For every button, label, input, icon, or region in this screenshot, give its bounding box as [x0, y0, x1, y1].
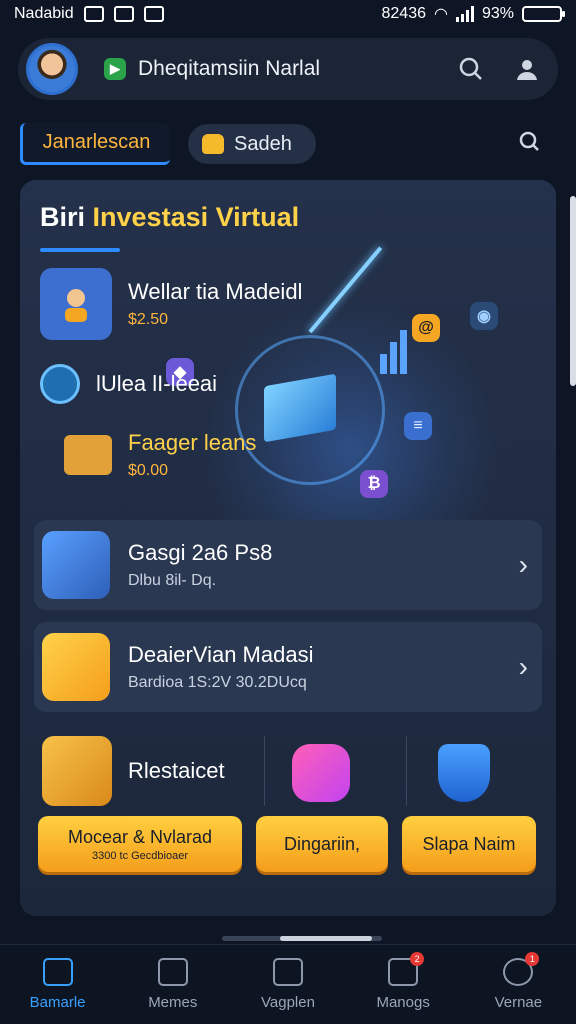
megaphone-icon: [42, 531, 110, 599]
divider: [264, 736, 265, 806]
bank-icon: [157, 958, 188, 986]
cta-label: Mocear & Nvlarad: [67, 826, 213, 847]
avatar[interactable]: [26, 43, 78, 95]
notification-badge: 1: [525, 952, 540, 966]
crate-icon: [42, 633, 110, 701]
bottom-nav: Bamarle Memes Vagplen 2 Manogs 1 Vernae: [0, 944, 576, 1024]
box-icon[interactable]: [42, 736, 112, 806]
search-tab-label: Sadeh: [234, 132, 292, 155]
notification-badge: 2: [410, 952, 425, 966]
feature-text: lUlea lI-leeai: [96, 371, 217, 397]
list-item-title: DeaierVian Madasi: [128, 642, 314, 667]
settings-icon[interactable]: [516, 128, 542, 161]
chart-card-icon: ≡: [404, 412, 432, 440]
nav-label: Bamarle: [29, 994, 86, 1011]
signal-icon: [455, 6, 474, 22]
list-item-subtitle: Dlbu 8il- Dq.: [128, 572, 217, 589]
feature-item[interactable]: Faager leans $0.00: [64, 430, 256, 480]
feature-item[interactable]: lUlea lI-leeai: [40, 364, 217, 404]
battery-percent: 93%: [481, 5, 514, 22]
feature-name: Wellar tia Madeidl: [128, 279, 303, 304]
nav-item-vagplen[interactable]: Vagplen: [233, 958, 343, 1011]
crypto-icon: ₿: [360, 470, 388, 498]
status-right: 82436 ◠ 93%: [381, 4, 565, 24]
battery-icon: [522, 6, 565, 22]
cta-button-secondary[interactable]: Dingariin,: [256, 816, 388, 872]
app-title: Dheqitamsiin Narlal: [138, 57, 321, 80]
notification-icon: [113, 6, 134, 22]
star-chat-icon[interactable]: [292, 744, 350, 802]
wifi-icon: ◠: [434, 6, 448, 23]
tab-active[interactable]: Janarlescan: [20, 123, 170, 165]
list-item[interactable]: Gasgi 2a6 Ps8 Dlbu 8il- Dq. ›: [34, 520, 542, 610]
feature-price: $0.00: [128, 462, 169, 479]
list-item-title: Gasgi 2a6 Ps8: [128, 540, 519, 566]
title-highlight: Investasi Virtual: [92, 202, 300, 232]
search-icon[interactable]: [454, 52, 488, 86]
feature-name: Faager leans: [128, 430, 257, 455]
carrier-label: Nadabid: [14, 5, 74, 22]
nav-label: Vernae: [494, 994, 543, 1011]
shield-icon[interactable]: [438, 744, 490, 802]
app-logo-icon: ▶: [104, 58, 126, 80]
nav-item-home[interactable]: Bamarle: [3, 958, 113, 1011]
feature-price: $2.50: [128, 311, 169, 328]
gold-box-icon: [64, 435, 112, 475]
investment-card: @ ◉ ≡ ₿ ◆ Biri Investasi Virtual Wellar …: [20, 180, 556, 916]
status-bar: Nadabid 82436 ◠ 93%: [0, 0, 576, 28]
feature-text: Wellar tia Madeidl $2.50: [128, 279, 302, 329]
cta-button-primary[interactable]: Mocear & Nvlarad 3300 tc Gecdbioaer: [38, 816, 242, 872]
reward-row: Rlestaicet: [34, 726, 542, 816]
scroll-thumb[interactable]: [280, 936, 372, 941]
nav-item-manogs[interactable]: 2 Manogs: [348, 952, 458, 1011]
home-icon: [42, 958, 73, 986]
profile-icon[interactable]: [510, 52, 544, 86]
nav-item-memes[interactable]: Memes: [118, 958, 228, 1011]
cta-label: Slapa Naim: [422, 833, 516, 854]
image-icon: [143, 6, 164, 22]
app-bar: ▶ Dheqitamsiin Narlal: [18, 38, 558, 100]
share-icon: ◉: [470, 302, 498, 330]
side-scrollbar[interactable]: [570, 196, 576, 386]
feature-text: Faager leans $0.00: [128, 430, 256, 480]
nav-label: Manogs: [376, 994, 430, 1011]
nav-item-vernae[interactable]: 1 Vernae: [463, 952, 573, 1011]
feature-name: lUlea lI-leeai: [96, 371, 218, 396]
cta-button-tertiary[interactable]: Slapa Naim: [402, 816, 536, 872]
search-tab[interactable]: Sadeh: [188, 124, 316, 164]
title-prefix: Biri: [40, 202, 86, 232]
list-item-title-text: Gasgi 2a6 Ps8: [128, 540, 273, 565]
list-item-text: DeaierVian Madasi Bardioa 1S:2V 30.2DUcq: [128, 642, 519, 692]
nav-label: Vagplen: [261, 994, 315, 1011]
reward-label: Rlestaicet: [128, 758, 225, 783]
status-indicators: 82436: [381, 5, 427, 22]
list-item[interactable]: DeaierVian Madasi Bardioa 1S:2V 30.2DUcq…: [34, 622, 542, 712]
list-item-subtitle: Bardioa 1S:2V 30.2DUcq: [128, 674, 307, 691]
mail-icon: [272, 958, 303, 986]
lock-icon: [202, 134, 224, 154]
chevron-right-icon[interactable]: ›: [519, 651, 528, 683]
bar-graph-icon: [380, 330, 407, 374]
title-underline: [40, 248, 120, 252]
divider: [406, 736, 407, 806]
investor-icon: [40, 268, 112, 340]
feature-item[interactable]: Wellar tia Madeidl $2.50: [40, 268, 302, 340]
status-left: Nadabid: [14, 5, 164, 23]
cta-sub: 3300 tc Gecdbioaer: [91, 849, 188, 862]
document-icon: [40, 364, 80, 404]
nav-label: Memes: [148, 994, 198, 1011]
chevron-right-icon[interactable]: ›: [519, 549, 528, 581]
tab-row: Janarlescan Sadeh: [20, 122, 556, 166]
scroll-indicator[interactable]: [0, 930, 576, 944]
card-title: Biri Investasi Virtual: [40, 202, 299, 233]
list-item-text: Gasgi 2a6 Ps8 Dlbu 8il- Dq.: [128, 540, 519, 590]
gallery-icon: [83, 6, 104, 22]
cta-label: Dingariin,: [283, 833, 361, 854]
at-sign-icon: @: [412, 314, 440, 342]
